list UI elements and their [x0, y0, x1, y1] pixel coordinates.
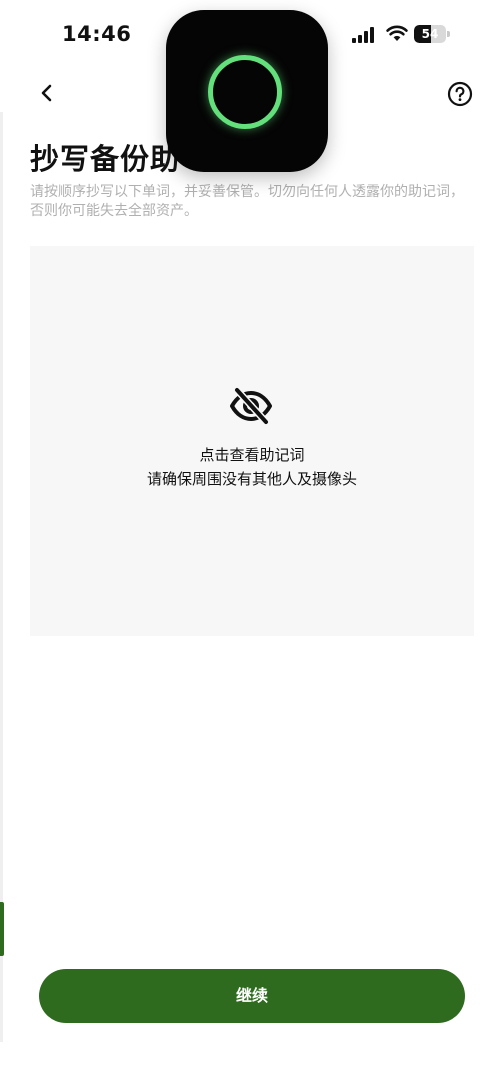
battery-level: 54 [421, 27, 439, 41]
eye-off-icon [230, 386, 272, 426]
status-time: 14:46 [62, 22, 132, 46]
chevron-left-icon [41, 84, 52, 102]
reveal-hint: 请确保周围没有其他人及摄像头 [146, 470, 357, 488]
cellular-signal-icon [352, 27, 378, 43]
page-subtitle: 请按顺序抄写以下单词，并妥善保管。切勿向任何人透露你的助记词，否则你可能失去全部… [30, 184, 464, 219]
reveal-title: 点击查看助记词 [199, 446, 305, 464]
continue-button[interactable]: 继续 [39, 969, 465, 1023]
battery-icon: 54 [414, 25, 450, 43]
page-title: 抄写备份助 [30, 142, 181, 176]
question-circle-icon [447, 81, 473, 107]
backup-mnemonic-screen: 14:46 54 抄写备份助 请按顺序抄写以下单词，并妥善保管。切勿向任何人透露… [0, 0, 496, 1078]
back-button[interactable] [34, 80, 60, 106]
reveal-mnemonic-panel[interactable]: 点击查看助记词 请确保周围没有其他人及摄像头 [30, 246, 474, 636]
background-sheet-accent [0, 902, 4, 956]
floating-app-icon[interactable] [166, 10, 328, 172]
help-button[interactable] [446, 80, 474, 108]
wifi-icon [386, 25, 408, 41]
green-ring-icon [208, 55, 282, 129]
